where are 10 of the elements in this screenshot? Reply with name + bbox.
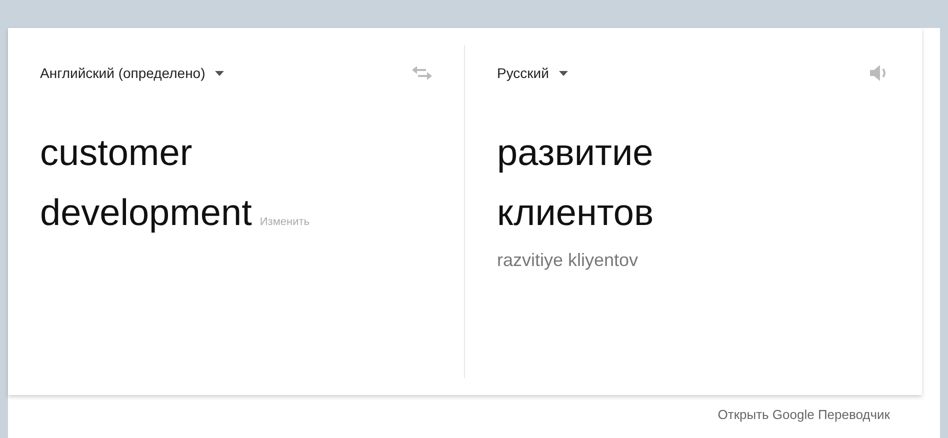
target-language-dropdown[interactable]: Русский <box>497 62 568 84</box>
transliteration: razvitiye kliyentov <box>497 249 640 272</box>
translation-text: развитие клиентов <box>497 131 655 235</box>
caret-icon <box>558 70 568 76</box>
swap-icon[interactable] <box>412 66 432 80</box>
source-text-line: development <box>40 191 252 235</box>
source-text-line: customer <box>40 131 192 175</box>
caret-icon <box>215 70 224 76</box>
source-language-dropdown[interactable]: Английский (определено) <box>40 62 224 84</box>
open-translator-link[interactable]: Открыть Google Переводчик <box>718 405 890 424</box>
